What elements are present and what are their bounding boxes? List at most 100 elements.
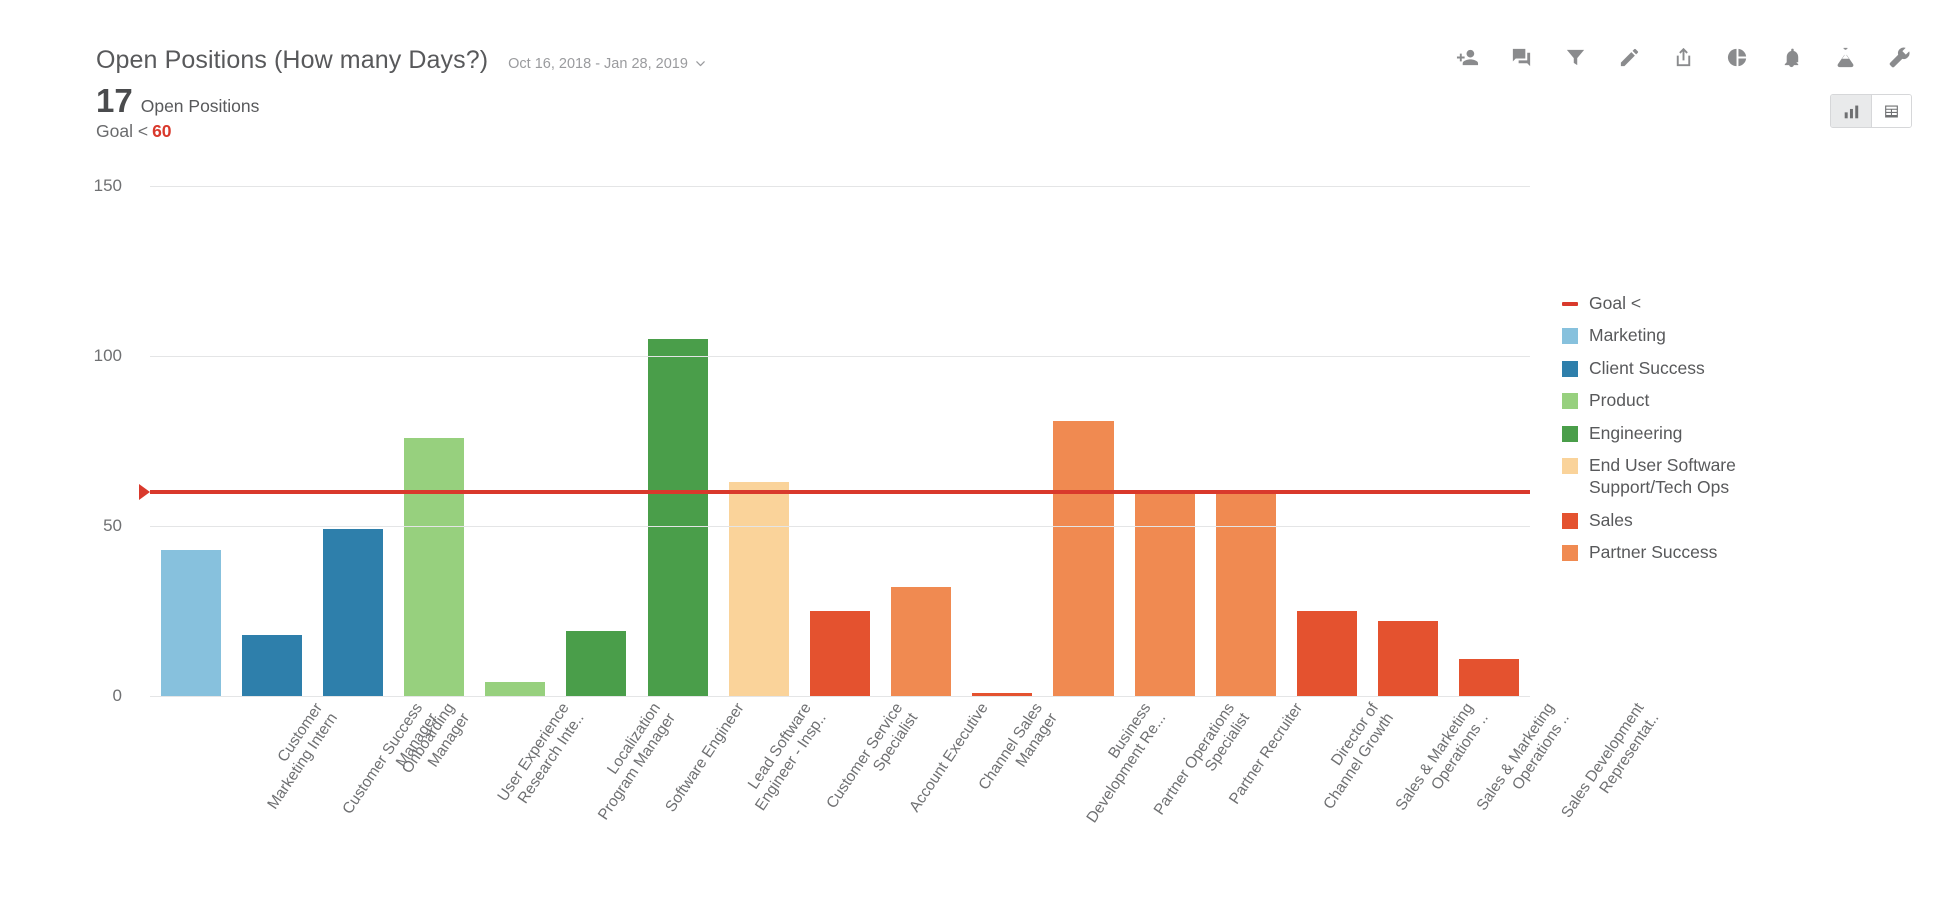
view-toggle [1830,94,1912,128]
bar-cell [718,186,799,696]
bar[interactable] [241,634,302,696]
bar-cell [962,186,1043,696]
goal-label: Goal < [96,121,149,141]
card-header: Open Positions (How many Days?) Oct 16, … [96,46,706,142]
chart-legend: Goal < Marketing Client Success Product Engi… [1562,292,1789,564]
share-icon[interactable] [1670,44,1696,70]
bar-cell [1449,186,1530,696]
bar[interactable] [1378,621,1439,696]
legend-swatch [1562,545,1578,562]
bar[interactable] [1134,492,1195,696]
table-view-button[interactable] [1871,95,1911,127]
legend-label: Partner Success [1589,542,1718,563]
y-axis-tick-label: 100 [93,346,122,365]
x-axis-tick-label: Customer Marketing Intern [250,700,343,813]
y-axis-tick-label: 150 [93,176,122,195]
bar-chart-view-button[interactable] [1831,95,1871,127]
dashboard-card: Open Positions (How many Days?) Oct 16, … [0,0,1934,912]
gridline [150,696,1530,697]
x-axis-tick-label: Lead Software Engineer - Insp.. [738,700,832,815]
comment-icon[interactable] [1508,44,1534,70]
bar[interactable] [322,529,383,696]
bar-cell [475,186,556,696]
bar[interactable] [1296,611,1358,696]
pencil-icon[interactable] [1616,44,1642,70]
bar-cell [1124,186,1205,696]
card-toolbar [1454,44,1912,70]
legend-swatch [1562,425,1578,442]
filter-icon[interactable] [1562,44,1588,70]
y-axis-tick-label: 0 [112,686,122,705]
bar[interactable] [404,437,465,696]
bar[interactable] [1215,492,1276,696]
bar-cell [312,186,393,696]
legend-swatch [1562,393,1578,410]
legend-item[interactable]: Sales [1562,509,1789,531]
bar-cell [150,186,231,696]
legend-item[interactable]: Client Success [1562,357,1789,379]
legend-item[interactable]: Product [1562,389,1789,411]
bar[interactable] [728,481,789,696]
kpi-row: 17 Open Positions [96,84,706,117]
bar-cell [881,186,962,696]
x-axis-tick-label: Director of Channel Growth [1305,700,1398,813]
goal-line-marker [139,484,150,500]
legend-item[interactable]: Engineering [1562,422,1789,444]
bar[interactable] [160,549,221,696]
legend-item[interactable]: Goal < [1562,292,1789,314]
legend-swatch [1562,302,1578,306]
legend-label: Goal < [1589,293,1642,313]
legend-label: Engineering [1589,422,1683,443]
legend-label: Product [1589,390,1650,411]
add-person-icon[interactable] [1454,44,1480,70]
y-axis: 0 50 100 150 [0,176,140,705]
bar[interactable] [891,587,952,696]
bar[interactable] [1053,420,1114,696]
date-range-label: Oct 16, 2018 - Jan 28, 2019 [508,56,688,72]
bar-series [150,186,1530,696]
bar-cell [556,186,637,696]
chart-plot-area [139,186,1530,697]
bar[interactable] [1459,658,1520,696]
legend-swatch [1562,457,1578,474]
legend-label: Client Success [1589,357,1705,378]
bar-cell [1286,186,1367,696]
legend-item[interactable]: End User Software Support/Tech Ops [1562,454,1789,499]
bar-cell [799,186,880,696]
legend-item[interactable]: Marketing [1562,324,1789,346]
bar[interactable] [647,339,708,696]
goal-line [150,490,1530,494]
title-row: Open Positions (How many Days?) Oct 16, … [96,46,706,75]
date-range-selector[interactable]: Oct 16, 2018 - Jan 28, 2019 [508,56,706,72]
legend-swatch [1562,512,1578,529]
bar[interactable] [809,611,870,696]
goal-value: 60 [152,121,172,141]
bar-cell [1368,186,1449,696]
bar[interactable] [566,631,627,696]
bar-cell [637,186,718,696]
bar-cell [231,186,312,696]
wrench-icon[interactable] [1886,44,1912,70]
gridline [150,356,1530,357]
legend-label: End User Software Support/Tech Ops [1589,454,1736,498]
bar-cell [1205,186,1286,696]
chevron-down-icon [695,58,706,69]
bell-icon[interactable] [1778,44,1804,70]
flask-icon[interactable] [1832,44,1858,70]
legend-item[interactable]: Partner Success [1562,541,1789,563]
legend-swatch [1562,328,1578,345]
bar[interactable] [485,682,546,696]
pie-chart-icon[interactable] [1724,44,1750,70]
x-axis: Customer Marketing Intern Customer Success… [150,700,1663,900]
kpi-label: Open Positions [140,96,260,116]
legend-label: Marketing [1589,325,1666,346]
kpi-value: 17 [96,82,133,119]
x-axis-tick-label: User Experience Research Inte.. [494,700,588,815]
legend-label: Sales [1589,509,1633,530]
legend-swatch [1562,360,1578,377]
gridline [150,186,1530,187]
bar-cell [394,186,475,696]
goal-row: Goal <60 [96,121,706,142]
gridline [150,526,1530,527]
bar-cell [1043,186,1124,696]
